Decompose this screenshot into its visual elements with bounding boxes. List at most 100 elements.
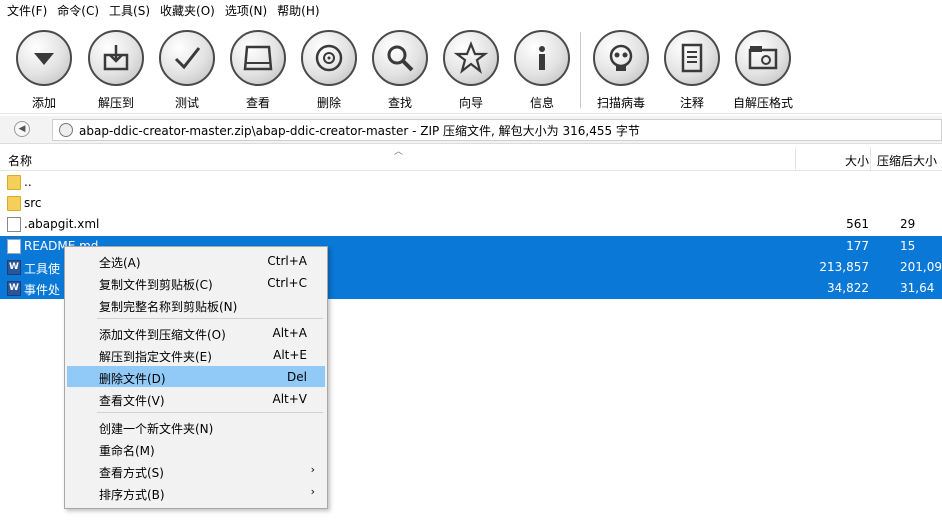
file-row-parent[interactable]: ..	[0, 172, 942, 193]
menu-item-shortcut: Del	[287, 370, 307, 384]
wizard-icon	[443, 30, 499, 86]
menu-item-delete-files[interactable]: 删除文件(D) Del	[67, 366, 325, 387]
column-divider[interactable]	[870, 147, 871, 171]
wizard-label: 向导	[458, 96, 483, 110]
menu-tools[interactable]: 工具(S)	[104, 0, 155, 22]
up-arrow-icon[interactable]: ◀	[14, 121, 30, 137]
menu-item-copy-files[interactable]: 复制文件到剪贴板(C) Ctrl+C	[67, 272, 325, 293]
test-label: 测试	[174, 96, 199, 110]
md-file-icon	[7, 239, 21, 254]
info-button[interactable]: 信息	[508, 28, 576, 112]
sort-ascending-icon: ︿	[394, 147, 404, 157]
menu-item-view-mode[interactable]: 查看方式(S) ›	[67, 460, 325, 481]
menu-favorites[interactable]: 收藏夹(O)	[155, 0, 220, 22]
menu-separator	[97, 318, 323, 319]
sfx-icon	[735, 30, 791, 86]
word-doc-icon: W	[7, 260, 21, 275]
folder-icon	[7, 175, 21, 190]
file-size: 177	[846, 239, 869, 253]
file-size: 561	[846, 217, 869, 231]
test-button[interactable]: 测试	[153, 28, 221, 112]
menu-options[interactable]: 选项(N)	[220, 0, 272, 22]
file-packed-size: 15	[900, 239, 916, 253]
menu-item-label: 查看方式(S)	[99, 466, 164, 480]
sfx-button[interactable]: 自解压格式	[729, 28, 797, 112]
sfx-label: 自解压格式	[732, 96, 793, 110]
zip-archive-icon	[59, 123, 73, 137]
menu-item-label: 重命名(M)	[99, 444, 155, 458]
menu-item-new-folder[interactable]: 创建一个新文件夹(N)	[67, 416, 325, 437]
column-packed-size[interactable]: 压缩后大小	[877, 152, 937, 169]
folder-icon	[7, 196, 21, 211]
view-icon	[230, 30, 286, 86]
toolbar: 添加 解压到 测试 查看 删除 查找 向导 信息 扫描病毒 注释 自解压格式	[0, 22, 942, 114]
word-doc-icon: W	[7, 281, 21, 296]
delete-button[interactable]: 删除	[295, 28, 363, 112]
menu-item-label: 删除文件(D)	[99, 372, 166, 386]
file-size: 34,822	[827, 281, 869, 295]
menu-item-extract-to-folder[interactable]: 解压到指定文件夹(E) Alt+E	[67, 344, 325, 365]
find-label: 查找	[387, 96, 412, 110]
file-name: 事件处	[24, 283, 61, 297]
menu-item-label: 排序方式(B)	[99, 488, 165, 502]
menu-item-label: 添加文件到压缩文件(O)	[99, 328, 226, 342]
extract-to-button[interactable]: 解压到	[82, 28, 150, 112]
column-divider[interactable]	[795, 147, 796, 171]
column-name[interactable]: 名称	[8, 152, 32, 169]
file-packed-size: 29	[900, 217, 916, 231]
file-row-abapgit[interactable]: .abapgit.xml 561 29	[0, 214, 942, 235]
menu-item-shortcut: Alt+V	[272, 392, 307, 406]
view-button[interactable]: 查看	[224, 28, 292, 112]
menu-item-label: 解压到指定文件夹(E)	[99, 350, 212, 364]
find-icon	[372, 30, 428, 86]
menu-file[interactable]: 文件(F)	[2, 0, 52, 22]
menu-item-add-to-archive[interactable]: 添加文件到压缩文件(O) Alt+A	[67, 322, 325, 343]
view-label: 查看	[245, 96, 270, 110]
delete-label: 删除	[316, 96, 341, 110]
delete-icon	[301, 30, 357, 86]
path-text: abap-ddic-creator-master.zip\abap-ddic-c…	[79, 123, 640, 138]
menu-commands[interactable]: 命令(C)	[52, 0, 104, 22]
info-icon	[514, 30, 570, 86]
comment-button[interactable]: 注释	[658, 28, 726, 112]
comment-icon	[664, 30, 720, 86]
menu-help[interactable]: 帮助(H)	[272, 0, 324, 22]
menu-item-shortcut: Ctrl+C	[267, 276, 307, 290]
menu-separator	[97, 412, 323, 413]
menu-item-select-all[interactable]: 全选(A) Ctrl+A	[67, 250, 325, 271]
virus-scan-label: 扫描病毒	[596, 96, 645, 110]
file-row-src[interactable]: src	[0, 193, 942, 214]
menu-item-copy-full-name[interactable]: 复制完整名称到剪贴板(N)	[67, 294, 325, 315]
menu-item-label: 复制完整名称到剪贴板(N)	[99, 300, 238, 314]
path-field[interactable]: abap-ddic-creator-master.zip\abap-ddic-c…	[52, 119, 942, 141]
menu-item-sort-mode[interactable]: 排序方式(B) ›	[67, 482, 325, 503]
file-packed-size: 31,64	[900, 281, 935, 295]
file-name: src	[24, 196, 42, 210]
menu-item-label: 复制文件到剪贴板(C)	[99, 278, 213, 292]
context-menu: 全选(A) Ctrl+A 复制文件到剪贴板(C) Ctrl+C 复制完整名称到剪…	[64, 246, 328, 509]
comment-label: 注释	[679, 96, 704, 110]
info-label: 信息	[529, 96, 554, 110]
menu-item-rename[interactable]: 重命名(M)	[67, 438, 325, 459]
wizard-button[interactable]: 向导	[437, 28, 505, 112]
menu-bar: 文件(F) 命令(C) 工具(S) 收藏夹(O) 选项(N) 帮助(H)	[0, 0, 942, 22]
add-button[interactable]: 添加	[10, 28, 78, 112]
submenu-arrow-icon: ›	[310, 485, 315, 498]
menu-item-view-file[interactable]: 查看文件(V) Alt+V	[67, 388, 325, 409]
column-header: 名称 ︿ 大小 压缩后大小	[0, 147, 942, 171]
file-name: 工具使	[24, 262, 61, 276]
file-packed-size: 201,09	[900, 260, 942, 274]
submenu-arrow-icon: ›	[310, 463, 315, 476]
extract-to-label: 解压到	[97, 96, 134, 110]
toolbar-separator	[580, 32, 581, 108]
virus-scan-icon	[593, 30, 649, 86]
menu-item-label: 查看文件(V)	[99, 394, 165, 408]
file-name: ..	[24, 175, 32, 189]
menu-item-label: 全选(A)	[99, 256, 141, 270]
find-button[interactable]: 查找	[366, 28, 434, 112]
file-size: 213,857	[819, 260, 869, 274]
virus-scan-button[interactable]: 扫描病毒	[587, 28, 655, 112]
menu-item-shortcut: Ctrl+A	[267, 254, 307, 268]
menu-item-shortcut: Alt+E	[273, 348, 307, 362]
column-size[interactable]: 大小	[845, 152, 869, 169]
